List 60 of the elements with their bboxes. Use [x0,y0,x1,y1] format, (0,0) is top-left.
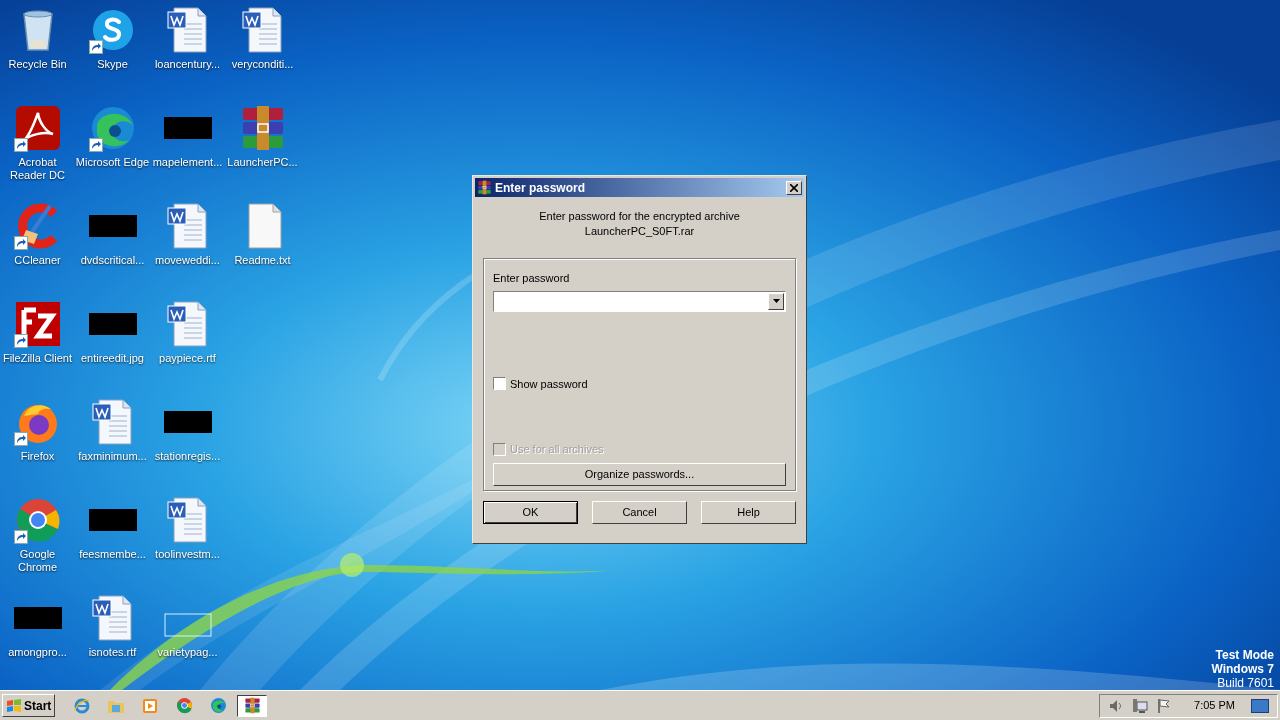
file-thumbnail [163,613,212,637]
dialog-button[interactable]: OK [483,501,578,524]
close-icon [790,183,798,192]
desktop-icon-label[interactable]: toolinvestm... [155,548,220,561]
desktop-icon-label[interactable]: veryconditi... [231,58,294,71]
system-notice-text: Build 7601 [1217,676,1274,690]
message-text: Enter password for the encrypted archive [539,209,740,224]
desktop-icon-label[interactable]: loancentury... [154,58,221,71]
redacted-thumbnail [13,607,62,629]
desktop-icon-label[interactable]: Recycle Bin [8,58,67,71]
redacted-thumbnail [163,117,212,139]
desktop-icon-label[interactable]: Readme.txt [234,254,291,267]
archive-name: LauncherPC_S0FT.rar [584,224,695,239]
desktop-icon-label[interactable]: Firefox [20,450,55,463]
redacted-thumbnail [88,215,137,237]
window-title: Enter password [495,179,586,197]
redacted-thumbnail [88,313,137,335]
dialog-button[interactable]: Cancel [592,501,687,524]
media-player-icon [142,697,159,714]
desktop-icon-label[interactable]: isnotes.rtf [88,646,137,659]
redacted-thumbnail [88,509,137,531]
desktop-icon-label[interactable]: dvdscritical... [80,254,145,267]
desktop-icon-label[interactable]: Acrobat Reader DC [10,156,65,182]
desktop-icon-label[interactable]: FileZilla Client [2,352,73,365]
desktop-icon-label[interactable]: Microsoft Edge [75,156,150,169]
desktop-icon-label[interactable]: moveweddi... [155,254,220,267]
close-button[interactable] [786,180,802,195]
desktop-icon-label[interactable]: feesmembe... [79,548,146,561]
redacted-thumbnail [163,411,212,433]
organize-passwords-button[interactable]: Organize passwords... [493,462,786,486]
field-label: Enter password [493,271,571,286]
edge-icon [209,697,227,714]
dropdown-caret-icon [772,299,780,303]
internet-explorer-icon [74,697,91,714]
clock: 7:05 PM [1194,698,1235,714]
checkbox-label: Show password [510,376,588,392]
desktop-icon-label[interactable]: amongpro... [8,646,67,659]
start-button[interactable]: Start [2,694,56,717]
desktop-icon-label[interactable]: faxminimum... [78,450,147,463]
system-notice-text: Windows 7 [1211,662,1274,676]
show-desktop-icon[interactable] [1251,698,1269,713]
taskbar-app-button[interactable] [237,694,268,717]
password-combo-box[interactable] [493,290,786,312]
chrome-icon [175,697,193,714]
checkbox[interactable] [493,377,506,391]
desktop-icon-label[interactable]: Skype [97,58,128,71]
network-icon[interactable] [1132,697,1149,714]
desktop-icon-label[interactable]: Google Chrome [17,548,58,574]
desktop-icon-label[interactable]: varietypag... [157,646,218,659]
desktop-icon-label[interactable]: LauncherPC... [227,156,298,169]
windows-logo-icon [6,698,22,713]
archive-books-icon [477,180,492,195]
system-notice-text: Test Mode [1215,648,1274,662]
desktop-icon-label[interactable]: stationregis... [154,450,221,463]
desktop-icon-label[interactable]: mapelement... [152,156,223,169]
desktop-icon-label[interactable]: paypiece.rtf [159,352,216,365]
desktop-icon-label[interactable]: entireedit.jpg [81,352,144,365]
dialog-button[interactable]: Help [701,501,796,524]
archive-books-icon [243,697,261,714]
desktop-icon-label[interactable]: CCleaner [14,254,61,267]
